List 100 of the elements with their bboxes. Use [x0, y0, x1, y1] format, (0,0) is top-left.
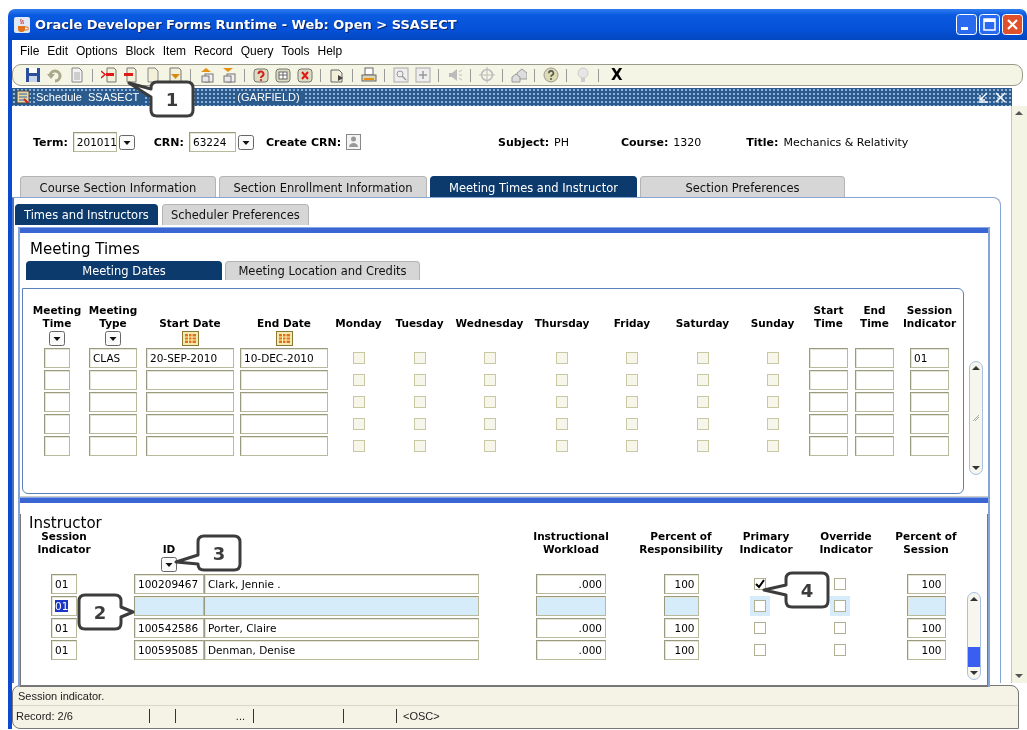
- menu-item[interactable]: Tools: [277, 43, 314, 59]
- input-field[interactable]: 01: [51, 640, 77, 660]
- menu-item[interactable]: Query: [236, 43, 278, 59]
- input-field[interactable]: [240, 414, 328, 434]
- input-field[interactable]: [44, 436, 70, 456]
- input-field[interactable]: [906, 596, 946, 616]
- input-field[interactable]: [536, 596, 606, 616]
- scrollbar[interactable]: [1011, 106, 1027, 683]
- dropdown-button[interactable]: [49, 331, 65, 346]
- input-field[interactable]: [89, 436, 137, 456]
- save-icon[interactable]: [25, 67, 41, 83]
- database-question-icon[interactable]: [253, 67, 269, 83]
- input-field[interactable]: [809, 348, 848, 368]
- checkbox[interactable]: [754, 644, 766, 656]
- tab[interactable]: Meeting Times and Instructor: [430, 176, 637, 198]
- input-field[interactable]: 100595085: [134, 640, 204, 660]
- checkbox[interactable]: [754, 622, 766, 634]
- input-field[interactable]: .000: [536, 574, 606, 594]
- crosshair-icon[interactable]: [479, 67, 495, 83]
- close-button[interactable]: [1002, 14, 1023, 35]
- scrollbar[interactable]: [969, 361, 983, 475]
- checkbox[interactable]: [834, 578, 846, 590]
- input-field[interactable]: .000: [536, 640, 606, 660]
- input-field[interactable]: [855, 436, 894, 456]
- input-field[interactable]: [855, 392, 894, 412]
- input-field[interactable]: [146, 436, 234, 456]
- remove-record-icon[interactable]: [123, 67, 139, 83]
- input-field[interactable]: [240, 370, 328, 390]
- plus-icon[interactable]: [415, 67, 431, 83]
- menu-item[interactable]: Help: [313, 43, 347, 59]
- tab[interactable]: Course Section Information: [20, 176, 216, 198]
- tab[interactable]: Meeting Dates: [26, 261, 222, 280]
- input-field[interactable]: [855, 348, 894, 368]
- input-field[interactable]: [855, 370, 894, 390]
- input-field[interactable]: 01: [51, 596, 77, 616]
- input-field[interactable]: 01: [51, 574, 77, 594]
- printer-icon[interactable]: [361, 67, 377, 83]
- input-field[interactable]: [204, 596, 479, 616]
- input-field[interactable]: [663, 596, 699, 616]
- tab[interactable]: Section Preferences: [640, 176, 845, 198]
- calendar-icon[interactable]: [181, 331, 199, 346]
- input-field[interactable]: CLAS: [89, 348, 137, 368]
- input-field[interactable]: [240, 436, 328, 456]
- input-field[interactable]: [809, 436, 848, 456]
- input-field[interactable]: [44, 392, 70, 412]
- input-field[interactable]: 100209467: [134, 574, 204, 594]
- input-field[interactable]: [910, 414, 949, 434]
- dropdown-button[interactable]: [237, 134, 254, 150]
- input-field[interactable]: 01: [51, 618, 77, 638]
- input-field[interactable]: 100: [663, 640, 699, 660]
- maximize-button[interactable]: [979, 14, 1000, 35]
- input-field[interactable]: 10-DEC-2010: [240, 348, 328, 368]
- page-icon[interactable]: [145, 67, 161, 83]
- calendar-icon[interactable]: [275, 331, 293, 346]
- tab[interactable]: Scheduler Preferences: [161, 204, 309, 225]
- menu-item[interactable]: Edit: [43, 43, 73, 59]
- input-field[interactable]: [89, 392, 137, 412]
- menu-item[interactable]: Options: [72, 43, 122, 59]
- input-field[interactable]: 100542586: [134, 618, 204, 638]
- menu-item[interactable]: Record: [190, 43, 237, 59]
- tab[interactable]: Times and Instructors: [15, 204, 158, 225]
- input-field[interactable]: [910, 436, 949, 456]
- close-icon[interactable]: [995, 91, 1006, 103]
- minimize-button[interactable]: [956, 14, 977, 35]
- help-icon[interactable]: [543, 67, 559, 83]
- database-delete-icon[interactable]: [297, 67, 313, 83]
- input-field[interactable]: .000: [536, 618, 606, 638]
- input-field[interactable]: [146, 370, 234, 390]
- input-field[interactable]: [855, 414, 894, 434]
- dropdown-button[interactable]: [161, 557, 177, 572]
- dropdown-button[interactable]: [118, 134, 135, 150]
- stack-down-icon[interactable]: [221, 67, 237, 83]
- menu-item[interactable]: File: [16, 43, 44, 59]
- create-button[interactable]: [346, 134, 362, 150]
- lightbulb-icon[interactable]: [575, 67, 591, 83]
- input-field[interactable]: [44, 370, 70, 390]
- tab[interactable]: Section Enrollment Information: [219, 176, 427, 198]
- input-field[interactable]: [89, 370, 137, 390]
- dropdown-button[interactable]: [105, 331, 121, 346]
- input-field[interactable]: [910, 392, 949, 412]
- input-field[interactable]: [146, 392, 234, 412]
- input-field[interactable]: 20-SEP-2010: [146, 348, 234, 368]
- input-field[interactable]: Porter, Claire: [204, 618, 479, 638]
- stack-up-icon[interactable]: [199, 67, 215, 83]
- input-field[interactable]: 100: [906, 640, 946, 660]
- tab[interactable]: Meeting Location and Credits: [225, 261, 420, 280]
- undo-icon[interactable]: [47, 67, 63, 83]
- checkbox[interactable]: [834, 622, 846, 634]
- input-field[interactable]: [809, 392, 848, 412]
- input-field[interactable]: 100: [663, 574, 699, 594]
- input-field[interactable]: [44, 414, 70, 434]
- database-table-icon[interactable]: [275, 67, 291, 83]
- input-field[interactable]: [44, 348, 70, 368]
- input-field[interactable]: 63224: [188, 132, 236, 152]
- input-field[interactable]: [146, 414, 234, 434]
- input-field[interactable]: [134, 596, 204, 616]
- input-field[interactable]: [809, 414, 848, 434]
- houses-icon[interactable]: [511, 67, 527, 83]
- speaker-icon[interactable]: [447, 67, 463, 83]
- minimize-icon[interactable]: [977, 91, 989, 103]
